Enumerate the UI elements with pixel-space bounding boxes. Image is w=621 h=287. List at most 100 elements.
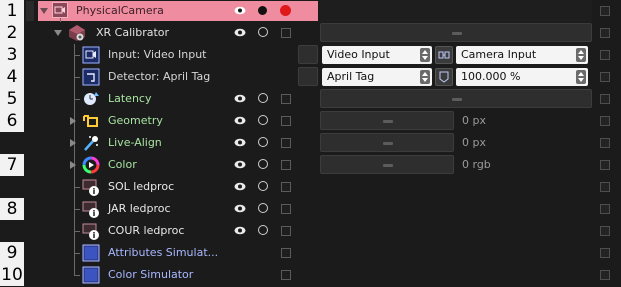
tree-row-physical-camera[interactable]: 1 PhysicalCamera [0, 0, 621, 22]
eye-icon[interactable] [234, 159, 246, 169]
lock-checkbox[interactable] [281, 94, 291, 104]
solo-circle[interactable] [258, 93, 268, 103]
row-checkbox[interactable] [600, 50, 610, 60]
svg-text:i: i [93, 209, 96, 218]
line-number: 2 [0, 22, 24, 44]
tree-row-detector[interactable]: 4 Detector: April Tag April Tag 100.000 … [0, 66, 621, 88]
lock-checkbox[interactable] [281, 204, 291, 214]
tree-row-xr-calibrator[interactable]: 2 XR Calibrator [0, 22, 621, 44]
lock-checkbox[interactable] [281, 248, 291, 258]
geometry-icon [82, 112, 100, 130]
ledproc-info-icon: i [82, 178, 100, 196]
lock-checkbox[interactable] [281, 270, 291, 280]
lock-checkbox[interactable] [281, 226, 291, 236]
value-field[interactable] [320, 111, 454, 130]
eye-icon[interactable] [234, 115, 246, 125]
expand-caret[interactable] [40, 8, 48, 14]
lock-checkbox[interactable] [281, 160, 291, 170]
tree-item-label: JAR ledproc [108, 202, 171, 215]
value-field[interactable] [320, 23, 592, 42]
tree-row-input[interactable]: 3 Input: Video Input Video Input Camera … [0, 44, 621, 66]
video-input-icon [82, 46, 100, 64]
tree-item-label: SOL ledproc [108, 180, 175, 193]
row-checkbox[interactable] [600, 28, 610, 38]
row-checkbox[interactable] [600, 94, 610, 104]
tree-row-live-align[interactable]: Live-Align 0 px [0, 132, 621, 154]
solo-circle[interactable] [258, 225, 268, 235]
tree-item-label: XR Calibrator [96, 26, 170, 39]
row-checkbox[interactable] [600, 248, 610, 258]
line-number: 6 [0, 110, 24, 132]
eye-icon[interactable] [234, 93, 246, 103]
solo-circle[interactable] [258, 137, 268, 147]
line-number: 3 [0, 44, 24, 66]
tree-item-label: Attributes Simulat... [108, 246, 219, 259]
detector-icon [82, 68, 100, 86]
solo-circle[interactable] [258, 27, 268, 37]
eye-icon[interactable] [234, 181, 246, 191]
tree-item-label: Detector: April Tag [108, 70, 211, 83]
ledproc-info-icon: i [82, 222, 100, 240]
tree-row-color-simulator[interactable]: 10 Color Simulator [0, 264, 621, 286]
expand-caret[interactable] [70, 117, 76, 125]
eye-icon[interactable] [234, 5, 246, 15]
tree-row-cour-ledproc[interactable]: i COUR ledproc [0, 220, 621, 242]
color-wheel-icon [82, 156, 100, 174]
line-number: 1 [0, 0, 24, 22]
row-checkbox[interactable] [600, 204, 610, 214]
row-checkbox[interactable] [600, 138, 610, 148]
solo-circle[interactable] [258, 181, 268, 191]
value-field[interactable] [320, 89, 592, 108]
eye-icon[interactable] [234, 203, 246, 213]
value-field[interactable] [320, 155, 454, 174]
camera-input-select[interactable]: Camera Input [456, 46, 588, 64]
live-align-icon [82, 134, 100, 152]
line-number: 8 [0, 198, 24, 220]
expand-caret[interactable] [70, 139, 76, 147]
tree-row-attributes-simulator[interactable]: 9 Attributes Simulat... [0, 242, 621, 264]
lock-checkbox[interactable] [281, 182, 291, 192]
simulator-icon [82, 244, 100, 262]
tree-row-latency[interactable]: 5 Latency [0, 88, 621, 110]
simulator-icon [82, 266, 100, 284]
lock-checkbox[interactable] [281, 28, 291, 38]
expand-caret[interactable] [70, 161, 76, 169]
solo-circle[interactable] [258, 115, 268, 125]
row-checkbox[interactable] [600, 270, 610, 280]
detection-threshold-field[interactable]: 100.000 % [456, 68, 588, 86]
solo-circle[interactable] [258, 203, 268, 213]
detector-type-select[interactable]: April Tag [322, 68, 432, 86]
row-checkbox[interactable] [600, 116, 610, 126]
line-number: 7 [0, 154, 24, 176]
lock-checkbox[interactable] [281, 138, 291, 148]
link-icon[interactable] [435, 46, 453, 64]
row-checkbox[interactable] [600, 6, 610, 16]
expand-caret[interactable] [54, 30, 62, 36]
shield-icon[interactable] [435, 68, 453, 86]
row-checkbox[interactable] [600, 226, 610, 236]
tree-item-label: Color Simulator [108, 268, 194, 281]
record-indicator-icon[interactable] [280, 5, 291, 16]
eye-icon[interactable] [234, 137, 246, 147]
tree-row-sol-ledproc[interactable]: i SOL ledproc [0, 176, 621, 198]
tree-item-label: PhysicalCamera [76, 4, 164, 17]
dot-icon[interactable] [258, 6, 267, 15]
tree-item-label: Color [108, 158, 137, 171]
eye-icon[interactable] [234, 27, 246, 37]
row-checkbox[interactable] [600, 160, 610, 170]
lock-checkbox[interactable] [281, 116, 291, 126]
svg-text:i: i [93, 231, 96, 240]
tree-row-geometry[interactable]: 6 Geometry 0 px [0, 110, 621, 132]
value-field[interactable] [320, 133, 454, 152]
solo-circle[interactable] [258, 159, 268, 169]
row-checkbox[interactable] [600, 72, 610, 82]
eye-icon[interactable] [234, 225, 246, 235]
tree-item-label: Geometry [108, 114, 163, 127]
row-checkbox[interactable] [600, 182, 610, 192]
tree-row-jar-ledproc[interactable]: 8 i JAR ledproc [0, 198, 621, 220]
tree-item-label: COUR ledproc [108, 224, 185, 237]
tree-item-label: Input: Video Input [108, 48, 207, 61]
tree-row-color[interactable]: 7 Color 0 rgb [0, 154, 621, 176]
ledproc-info-icon: i [82, 200, 100, 218]
input-type-select[interactable]: Video Input [322, 46, 432, 64]
